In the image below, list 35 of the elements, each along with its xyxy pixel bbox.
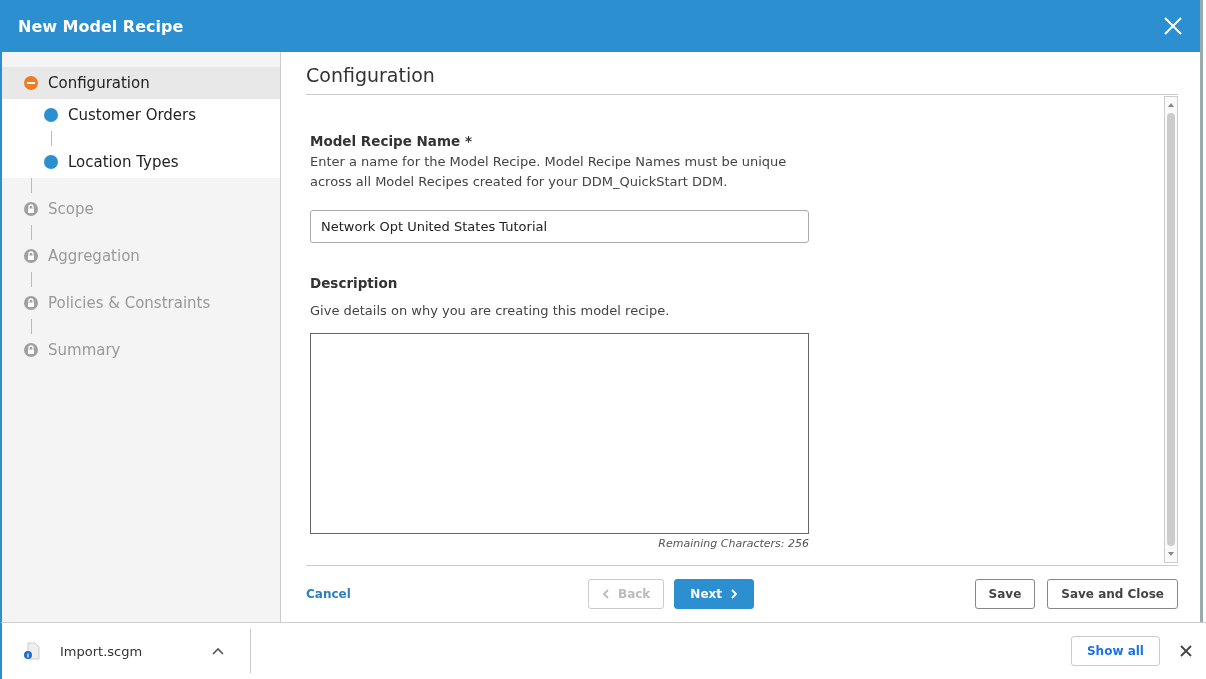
show-all-button[interactable]: Show all	[1070, 636, 1160, 666]
dot-icon	[44, 155, 58, 169]
chevron-right-icon	[730, 589, 738, 599]
dot-icon	[44, 108, 58, 122]
step-item[interactable]: Aggregation	[2, 240, 280, 272]
description-input[interactable]	[310, 333, 809, 534]
substep-item[interactable]: Customer Orders	[2, 99, 280, 131]
close-icon[interactable]	[1180, 645, 1192, 657]
next-button[interactable]: Next	[674, 579, 754, 609]
help-text: Give details on why you are creating this model recipe.	[310, 302, 671, 320]
chevron-left-icon	[602, 589, 610, 599]
download-file-name[interactable]: Import.scgm	[60, 643, 200, 659]
caret-icon[interactable]	[212, 647, 224, 655]
lock-icon	[24, 296, 38, 310]
name-input[interactable]: Network Opt United States Tutorial	[310, 210, 809, 243]
step-item[interactable]: Summary	[2, 334, 280, 366]
step-item[interactable]: Scope	[2, 193, 280, 225]
field-label: Description	[310, 275, 399, 291]
window-title: New Model Recipe	[18, 16, 184, 36]
scrollbar[interactable]	[1164, 96, 1178, 563]
substep-item[interactable]: Location Types	[2, 146, 280, 178]
cancel-link[interactable]: Cancel	[306, 587, 588, 601]
lock-icon	[24, 249, 38, 263]
lock-icon	[24, 202, 38, 216]
remaining-characters: Remaining Characters: 256	[658, 537, 809, 550]
save-button[interactable]: Save	[974, 579, 1036, 609]
file-icon	[22, 641, 42, 661]
step-item[interactable]: Configuration	[2, 67, 280, 99]
step-item[interactable]: Policies & Constraints	[2, 287, 280, 319]
lock-icon	[24, 343, 38, 357]
save-and-close-button[interactable]: Save and Close	[1047, 579, 1178, 609]
section-title: Configuration	[306, 52, 1178, 95]
help-text: Enter a name for the Model Recipe. Model Recipe Names must be unique across all Model Recipes created for your DDM_QuickStart DDM.	[310, 153, 788, 191]
field-label: Model Recipe Name *	[310, 133, 473, 149]
minus-icon	[24, 76, 38, 90]
